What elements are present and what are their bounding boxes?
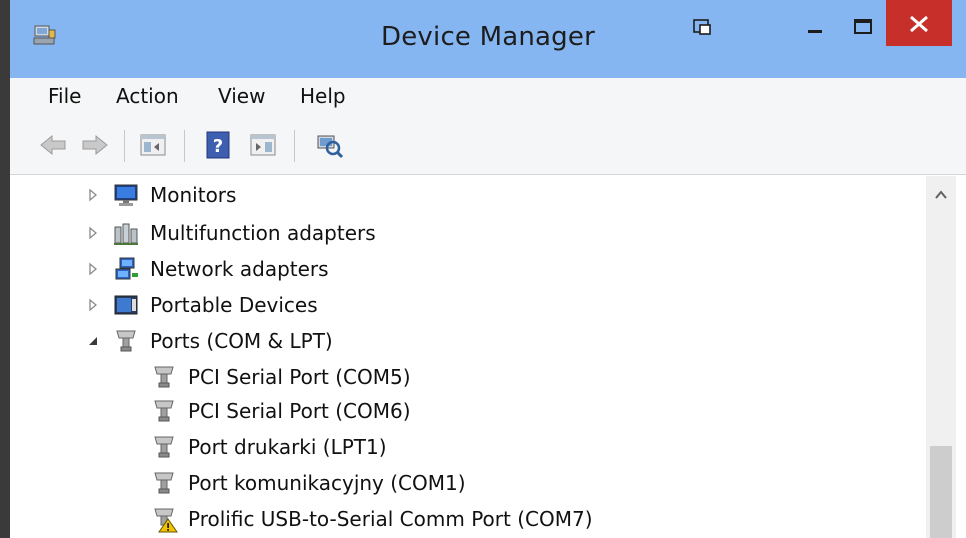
svg-text:?: ? (213, 136, 223, 157)
tree-item-multifunction-adapters[interactable]: Multifunction adapters (84, 216, 376, 250)
tree-item-label: Monitors (150, 183, 237, 207)
help-icon[interactable]: ? (204, 130, 234, 160)
title-bar[interactable]: Device Manager (10, 0, 966, 78)
menu-action[interactable]: Action (116, 84, 179, 108)
menu-file[interactable]: File (48, 84, 81, 108)
tree-item-monitors[interactable]: Monitors (84, 178, 236, 212)
tree-item-label: Multifunction adapters (150, 221, 376, 245)
tree-item-label: PCI Serial Port (COM6) (188, 399, 411, 423)
back-icon[interactable] (38, 130, 68, 160)
tree-item-ports[interactable]: Ports (COM & LPT) (84, 324, 333, 358)
menu-help[interactable]: Help (300, 84, 346, 108)
maximize-button[interactable] (838, 0, 888, 46)
scroll-up-arrow-icon[interactable] (926, 182, 956, 208)
tree-item-label: PCI Serial Port (COM5) (188, 365, 411, 389)
tree-item-port[interactable]: PCI Serial Port (COM5) (150, 360, 411, 394)
close-icon (910, 15, 928, 33)
tree-item-port-warning[interactable]: Prolific USB-to-Serial Comm Port (COM7) (150, 502, 593, 536)
menu-view[interactable]: View (218, 84, 265, 108)
show-hide-console-tree-icon[interactable] (138, 130, 168, 160)
port-icon (154, 472, 174, 494)
toolbar-separator (124, 130, 125, 162)
device-tree: Monitors Multifunction adapters Network … (10, 176, 966, 538)
port-icon (154, 436, 174, 458)
collapse-arrow-icon[interactable] (84, 332, 102, 350)
device-manager-window: Device Manager File Action View Help ? M… (10, 0, 966, 538)
expand-arrow-icon[interactable] (84, 260, 102, 278)
scrollbar-thumb[interactable] (930, 446, 952, 538)
maximize-icon (854, 19, 872, 34)
snap-indicator-icon[interactable] (692, 18, 714, 40)
multifunction-adapter-icon (114, 223, 138, 245)
tree-item-network-adapters[interactable]: Network adapters (84, 252, 329, 286)
tree-item-port[interactable]: Port drukarki (LPT1) (150, 430, 387, 464)
monitor-icon (114, 184, 138, 206)
port-icon (116, 330, 136, 352)
network-adapter-icon (115, 257, 138, 280)
tree-item-portable-devices[interactable]: Portable Devices (84, 288, 318, 322)
minimize-button[interactable] (790, 0, 840, 46)
port-icon (154, 366, 174, 388)
expand-arrow-icon[interactable] (84, 224, 102, 242)
toolbar-separator (184, 130, 185, 162)
tree-item-port[interactable]: Port komunikacyjny (COM1) (150, 466, 466, 500)
forward-icon[interactable] (80, 130, 110, 160)
vertical-scrollbar[interactable] (926, 176, 956, 538)
expand-arrow-icon[interactable] (84, 296, 102, 314)
scan-hardware-icon[interactable] (314, 130, 344, 160)
tree-item-port[interactable]: PCI Serial Port (COM6) (150, 394, 411, 428)
toolbar-separator (294, 130, 295, 162)
port-icon (154, 400, 174, 422)
portable-device-icon (114, 295, 138, 315)
minimize-icon (808, 30, 822, 33)
toolbar: ? (10, 118, 966, 175)
expand-arrow-icon[interactable] (84, 186, 102, 204)
tree-item-label: Network adapters (150, 257, 329, 281)
port-warning-icon (154, 508, 178, 533)
tree-item-label: Port drukarki (LPT1) (188, 435, 387, 459)
tree-item-label: Port komunikacyjny (COM1) (188, 471, 466, 495)
menu-bar: File Action View Help (10, 78, 966, 118)
close-button[interactable] (886, 0, 952, 46)
tree-item-label: Prolific USB-to-Serial Comm Port (COM7) (188, 507, 593, 531)
tree-item-label: Ports (COM & LPT) (150, 329, 333, 353)
show-hide-action-pane-icon[interactable] (248, 130, 278, 160)
tree-item-label: Portable Devices (150, 293, 318, 317)
